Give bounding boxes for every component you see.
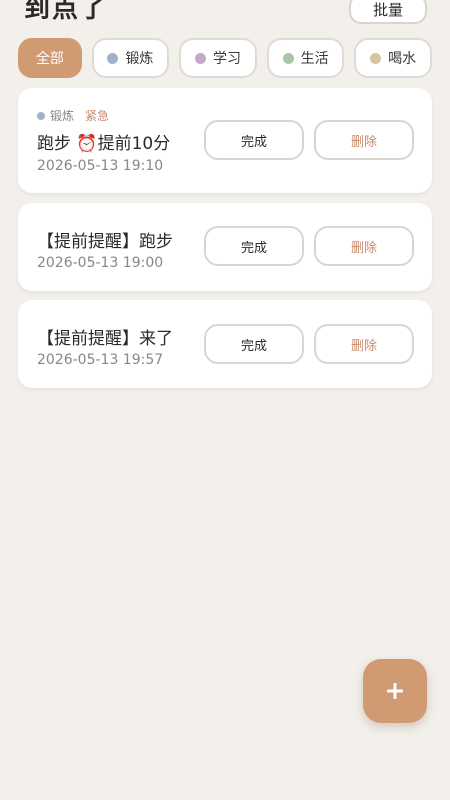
filter-chip-label: 学习 [213, 51, 242, 67]
reminder-card: 【提前提醒】跑步 2026-05-13 19:00 完成 删除 [18, 203, 432, 291]
reminder-title: 【提前提醒】跑步 [37, 232, 173, 252]
category-dot-icon [195, 52, 207, 64]
complete-button[interactable]: 完成 [204, 226, 304, 266]
delete-button[interactable]: 删除 [314, 120, 414, 160]
category-filter-bar: 全部 锻炼 学习 生活 喝水 [18, 38, 432, 78]
filter-chip-label: 锻炼 [125, 51, 154, 67]
reminder-time: 2026-05-13 19:10 [37, 158, 164, 174]
reminder-time: 2026-05-13 19:57 [37, 352, 164, 368]
delete-button[interactable]: 删除 [314, 226, 414, 266]
plus-icon [387, 683, 403, 699]
filter-chip-exercise[interactable]: 锻炼 [91, 38, 170, 78]
filter-chip-label: 喝水 [388, 51, 417, 67]
reminder-time: 2026-05-13 19:00 [37, 255, 164, 271]
filter-chip-study[interactable]: 学习 [179, 38, 257, 78]
delete-button[interactable]: 删除 [314, 324, 414, 364]
batch-button[interactable]: 批量 [349, 0, 427, 24]
complete-button[interactable]: 完成 [204, 324, 304, 364]
filter-chip-water[interactable]: 喝水 [354, 38, 432, 78]
category-dot-icon [37, 111, 45, 120]
category-dot-icon [370, 52, 382, 64]
filter-chip-all[interactable]: 全部 [18, 38, 82, 78]
filter-chip-life[interactable]: 生活 [266, 38, 345, 78]
category-dot-icon [107, 52, 119, 64]
category-dot-icon [282, 52, 294, 64]
reminder-meta: 锻炼 紧急 [37, 107, 109, 124]
page-title: 到点了 [24, 0, 109, 24]
priority-badge: 紧急 [85, 109, 110, 123]
filter-chip-label: 全部 [35, 51, 64, 67]
reminder-title: 跑步 ⏰提前10分 [37, 134, 171, 154]
reminder-title: 【提前提醒】来了 [37, 329, 173, 349]
reminder-card: 【提前提醒】来了 2026-05-13 19:57 完成 删除 [18, 300, 432, 388]
add-reminder-button[interactable] [363, 659, 427, 723]
app-header: 到点了 批量 [0, 0, 450, 30]
complete-button[interactable]: 完成 [204, 120, 304, 160]
filter-chip-label: 生活 [300, 51, 329, 67]
reminder-category: 锻炼 [50, 109, 75, 123]
reminder-card: 锻炼 紧急 跑步 ⏰提前10分 2026-05-13 19:10 完成 删除 [18, 88, 432, 193]
